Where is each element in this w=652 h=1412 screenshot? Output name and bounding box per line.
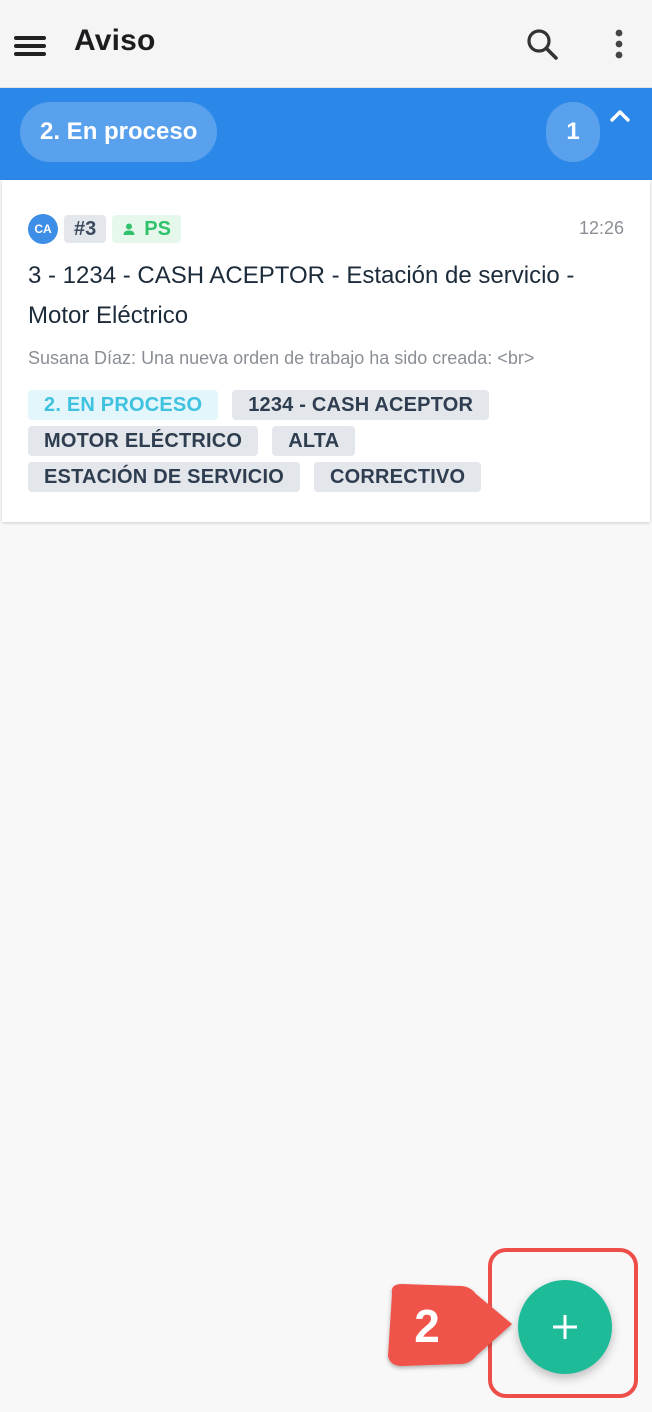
card-title: 3 - 1234 - CASH ACEPTOR - Estación de se… bbox=[28, 262, 575, 329]
status-tag: 2. EN PROCESO bbox=[28, 390, 219, 420]
id-badge: #3 bbox=[64, 215, 107, 243]
chevron-up-icon[interactable] bbox=[606, 102, 634, 130]
add-button[interactable] bbox=[518, 1280, 612, 1374]
step-number: 2 bbox=[414, 1300, 440, 1352]
group-label[interactable]: 2. En proceso bbox=[20, 102, 218, 162]
group-header: 2. En proceso 1 bbox=[0, 88, 652, 180]
app-bar: Aviso bbox=[0, 0, 652, 88]
group-count-badge: 1 bbox=[546, 102, 600, 162]
plus-icon bbox=[553, 1315, 577, 1339]
search-icon[interactable] bbox=[524, 26, 560, 62]
tag: CORRECTIVO bbox=[313, 462, 482, 492]
menu-icon[interactable] bbox=[14, 34, 48, 58]
tag: 1234 - CASH ACEPTOR bbox=[232, 390, 490, 420]
person-icon bbox=[123, 223, 135, 235]
assignee-initials: PS bbox=[144, 217, 171, 240]
work-order-card[interactable]: CA #3 PS 12:26 3 - 1234 - CASH ACEPTOR -… bbox=[2, 180, 650, 522]
timestamp: 12:26 bbox=[578, 218, 624, 238]
tag-list: 2. EN PROCESO 1234 - CASH ACEPTOR MOTOR … bbox=[28, 390, 628, 492]
tag: ALTA bbox=[272, 426, 356, 456]
card-message: Susana Díaz: Una nueva orden de trabajo … bbox=[28, 348, 535, 368]
more-vert-icon[interactable] bbox=[606, 26, 632, 62]
assignee-badge: PS bbox=[112, 215, 181, 243]
tag: ESTACIÓN DE SERVICIO bbox=[28, 462, 300, 492]
avatar: CA bbox=[28, 214, 58, 244]
card-meta: CA #3 PS bbox=[28, 214, 181, 244]
page-title: Aviso bbox=[74, 24, 156, 57]
tag: MOTOR ELÉCTRICO bbox=[28, 426, 259, 456]
